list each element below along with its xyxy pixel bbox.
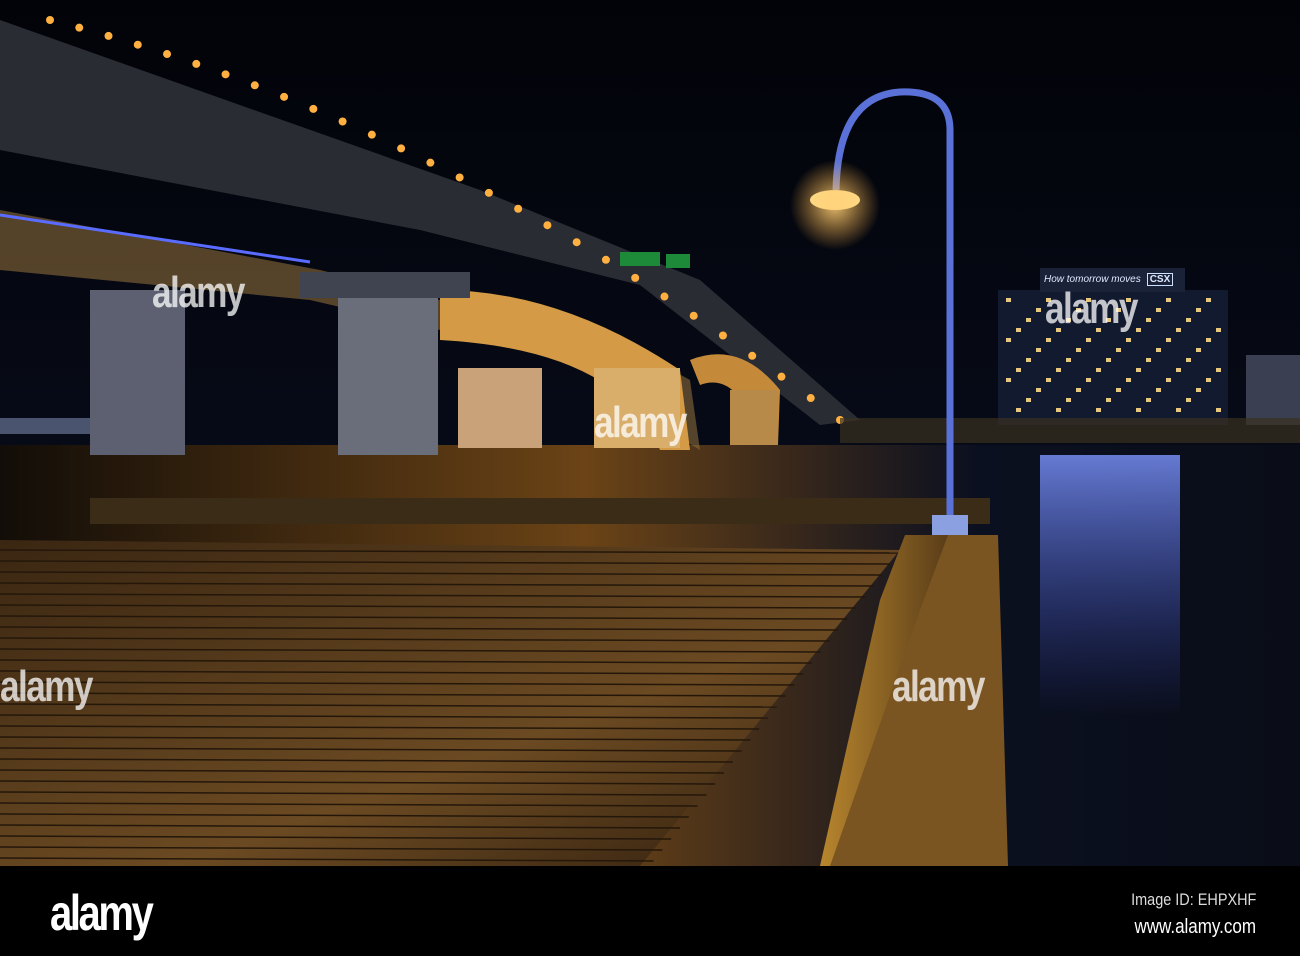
building-window xyxy=(1066,398,1071,402)
building-window xyxy=(1216,328,1221,332)
building-window xyxy=(1146,398,1151,402)
building-window xyxy=(1016,328,1021,332)
building-window xyxy=(1206,378,1211,382)
alamy-logo[interactable]: alamy xyxy=(50,884,154,942)
bridge-light xyxy=(631,273,640,282)
building-window xyxy=(1056,408,1061,412)
bridge-light xyxy=(250,81,259,90)
building-window xyxy=(1206,298,1211,302)
building-window xyxy=(1036,348,1041,352)
bridge-light xyxy=(367,130,376,139)
building-window xyxy=(1036,388,1041,392)
building-window xyxy=(1006,298,1011,302)
building-window xyxy=(1146,358,1151,362)
building-window xyxy=(1126,378,1131,382)
building-window xyxy=(1176,328,1181,332)
building-window xyxy=(1026,318,1031,322)
building-window xyxy=(1006,378,1011,382)
watermark: alamy xyxy=(594,398,687,447)
building-window xyxy=(1096,368,1101,372)
building-window xyxy=(1176,368,1181,372)
footer-bar: alamy Image ID: EHPXHF www.alamy.com xyxy=(0,866,1300,956)
building-window xyxy=(1106,358,1111,362)
building-window xyxy=(1116,388,1121,392)
building-window xyxy=(1166,298,1171,302)
image-id: Image ID: EHPXHF xyxy=(1130,890,1256,909)
building-window xyxy=(1086,378,1091,382)
bridge-light xyxy=(748,351,757,360)
building-window xyxy=(1196,388,1201,392)
building-window xyxy=(1106,398,1111,402)
building-window xyxy=(1186,398,1191,402)
building-window xyxy=(1026,358,1031,362)
building-window xyxy=(1136,408,1141,412)
watermark: alamy xyxy=(152,268,245,317)
bridge-light xyxy=(660,292,669,301)
bridge-light xyxy=(426,158,435,167)
bridge-light xyxy=(221,70,230,79)
building-window xyxy=(1036,308,1041,312)
bridge-light xyxy=(192,59,201,68)
bridge-light xyxy=(718,331,727,340)
bridge-light xyxy=(543,221,552,230)
bridge-light xyxy=(46,16,54,24)
watermark: alamy xyxy=(892,662,985,711)
building-reflection xyxy=(1040,455,1180,715)
bridge-light xyxy=(75,23,84,32)
bridge-light xyxy=(397,144,406,153)
bridge-light xyxy=(163,50,172,59)
building-window xyxy=(1016,408,1021,412)
building-window xyxy=(1156,388,1161,392)
building-window xyxy=(1186,318,1191,322)
building-window xyxy=(1086,338,1091,342)
bridge-light xyxy=(338,117,347,126)
building-window xyxy=(1076,348,1081,352)
bridge-light xyxy=(484,188,493,197)
building-window xyxy=(1186,358,1191,362)
bridge-light xyxy=(601,255,610,264)
bridge-light xyxy=(806,394,815,403)
distant-shore xyxy=(0,418,90,434)
building-window xyxy=(1056,368,1061,372)
building-window xyxy=(1006,338,1011,342)
site-url[interactable]: www.alamy.com xyxy=(1134,916,1256,939)
watermark: alamy xyxy=(1045,284,1138,333)
watermark: alamy xyxy=(0,662,93,711)
building-window xyxy=(1046,378,1051,382)
building-window xyxy=(1196,348,1201,352)
building-window xyxy=(1066,358,1071,362)
building-window xyxy=(1166,338,1171,342)
bridge-light xyxy=(309,104,318,113)
building-window xyxy=(1166,378,1171,382)
building-window xyxy=(1216,368,1221,372)
stock-photo: How tomorrow moves CSX alamy alamy alamy … xyxy=(0,0,1300,956)
building-window xyxy=(1126,338,1131,342)
bridge-light xyxy=(514,204,523,213)
building-window xyxy=(1136,368,1141,372)
sign-brand: CSX xyxy=(1146,273,1174,286)
building-window xyxy=(1096,408,1101,412)
building-window xyxy=(1196,308,1201,312)
bridge-light xyxy=(104,31,113,40)
building-window xyxy=(1156,308,1161,312)
building-window xyxy=(1046,338,1051,342)
bridge-light xyxy=(455,173,464,182)
far-shore-lights xyxy=(840,418,1300,443)
bridge-light xyxy=(133,40,142,49)
building-window xyxy=(1206,338,1211,342)
bridge-light xyxy=(777,372,786,381)
building-window xyxy=(1176,408,1181,412)
building-window xyxy=(1216,408,1221,412)
building-window xyxy=(1026,398,1031,402)
bridge-light xyxy=(572,238,581,247)
bridge-light xyxy=(280,92,289,101)
building-window xyxy=(1156,348,1161,352)
building-window xyxy=(1116,348,1121,352)
bridge-light xyxy=(689,311,698,320)
building-window xyxy=(1016,368,1021,372)
building-window xyxy=(1146,318,1151,322)
building-window xyxy=(1076,388,1081,392)
